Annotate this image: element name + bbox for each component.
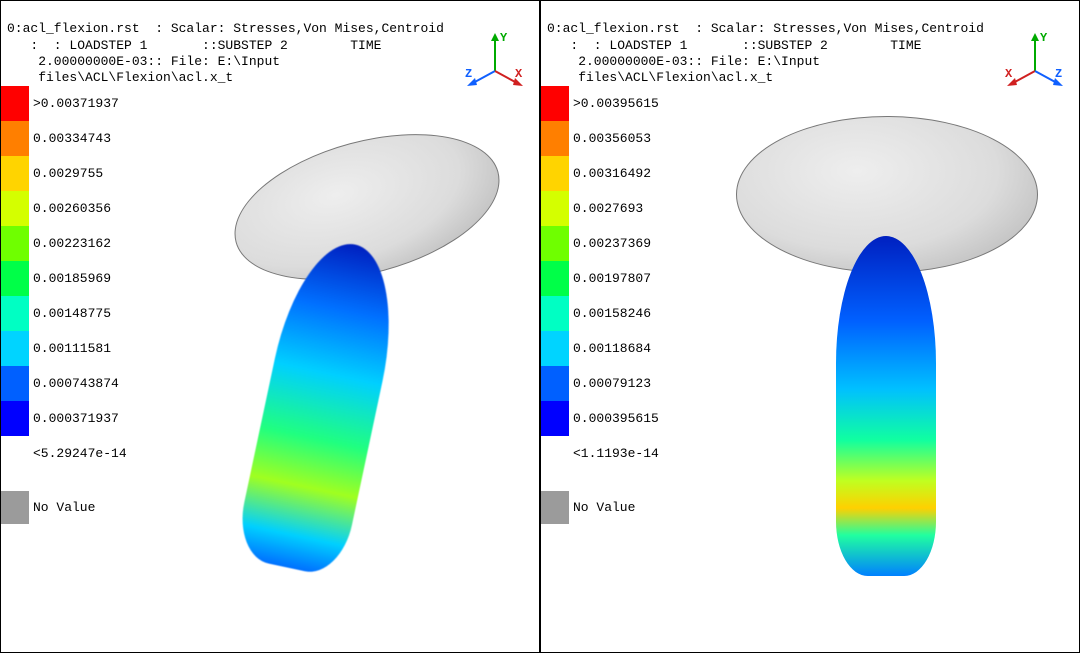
axis-label-up: Y [1040,31,1048,45]
legend-value: 0.00158246 [569,296,659,331]
legend-novalue: No Value [541,491,635,524]
legend-swatch [1,296,29,331]
legend-swatch [541,261,569,296]
legend-swatch [541,191,569,226]
legend-swatch [541,86,569,121]
legend-value: 0.00356053 [569,121,659,156]
legend-value: 0.00223162 [29,226,127,261]
legend-value: 0.00316492 [569,156,659,191]
coordinate-triad: Y Z X [465,31,525,86]
legend-value: <1.1193e-14 [569,436,659,471]
title-line: : : LOADSTEP 1 ::SUBSTEP 2 TIME [7,38,389,53]
legend-labels: >0.00371937 0.00334743 0.0029755 0.00260… [29,86,127,471]
title-line: 2.00000000E-03:: File: E:\Input [7,54,280,69]
legend-value: 0.000395615 [569,401,659,436]
legend-value: 0.000371937 [29,401,127,436]
legend-swatch [1,401,29,436]
legend-labels: >0.00395615 0.00356053 0.00316492 0.0027… [569,86,659,471]
axis-label-up: Y [500,31,508,45]
legend-value: 0.00185969 [29,261,127,296]
viewport-right[interactable]: 0:acl_flexion.rst : Scalar: Stresses,Von… [540,0,1080,653]
legend-swatch [541,331,569,366]
color-legend: >0.00395615 0.00356053 0.00316492 0.0027… [541,86,659,471]
viewport-left[interactable]: 0:acl_flexion.rst : Scalar: Stresses,Von… [0,0,540,653]
fea-model-render [171,131,491,561]
legend-value: 0.00148775 [29,296,127,331]
title-line: 0:acl_flexion.rst : Scalar: Stresses,Von… [7,21,444,36]
legend-value: 0.00334743 [29,121,127,156]
legend-value: 0.00237369 [569,226,659,261]
legend-value: 0.00111581 [29,331,127,366]
axis-label-right: Z [1055,67,1062,81]
legend-swatch [541,366,569,401]
legend-swatch [541,156,569,191]
legend-swatch [1,156,29,191]
legend-value: 0.0027693 [569,191,659,226]
legend-swatch [541,296,569,331]
legend-value: 0.00260356 [29,191,127,226]
title-line: : : LOADSTEP 1 ::SUBSTEP 2 TIME [547,38,929,53]
legend-value: 0.000743874 [29,366,127,401]
legend-colorbar [541,86,569,436]
legend-swatch [541,121,569,156]
title-line: 0:acl_flexion.rst : Scalar: Stresses,Von… [547,21,984,36]
legend-value: 0.00197807 [569,261,659,296]
legend-novalue-label: No Value [569,500,635,515]
legend-value: 0.0029755 [29,156,127,191]
axis-label-left: X [1005,67,1013,81]
coordinate-triad: Y X Z [1005,31,1065,86]
legend-swatch [541,226,569,261]
legend-swatch [1,121,29,156]
legend-swatch [541,401,569,436]
legend-swatch-novalue [541,491,569,524]
legend-colorbar [1,86,29,436]
legend-novalue-label: No Value [29,500,95,515]
legend-value: 0.00079123 [569,366,659,401]
legend-value: 0.00118684 [569,331,659,366]
axis-label-right: X [515,67,523,81]
title-line: 2.00000000E-03:: File: E:\Input [547,54,820,69]
legend-swatch [1,226,29,261]
fea-model-render [711,116,1051,566]
legend-swatch [1,86,29,121]
title-line: files\ACL\Flexion\acl.x_t [7,70,233,85]
legend-swatch [1,261,29,296]
legend-value: <5.29247e-14 [29,436,127,471]
title-line: files\ACL\Flexion\acl.x_t [547,70,773,85]
viewport-pair: 0:acl_flexion.rst : Scalar: Stresses,Von… [0,0,1080,653]
legend-novalue: No Value [1,491,95,524]
legend-swatch-novalue [1,491,29,524]
legend-swatch [1,331,29,366]
legend-swatch [1,191,29,226]
legend-value: >0.00371937 [29,86,127,121]
color-legend: >0.00371937 0.00334743 0.0029755 0.00260… [1,86,127,471]
legend-value: >0.00395615 [569,86,659,121]
axis-label-left: Z [465,67,472,81]
legend-swatch [1,366,29,401]
